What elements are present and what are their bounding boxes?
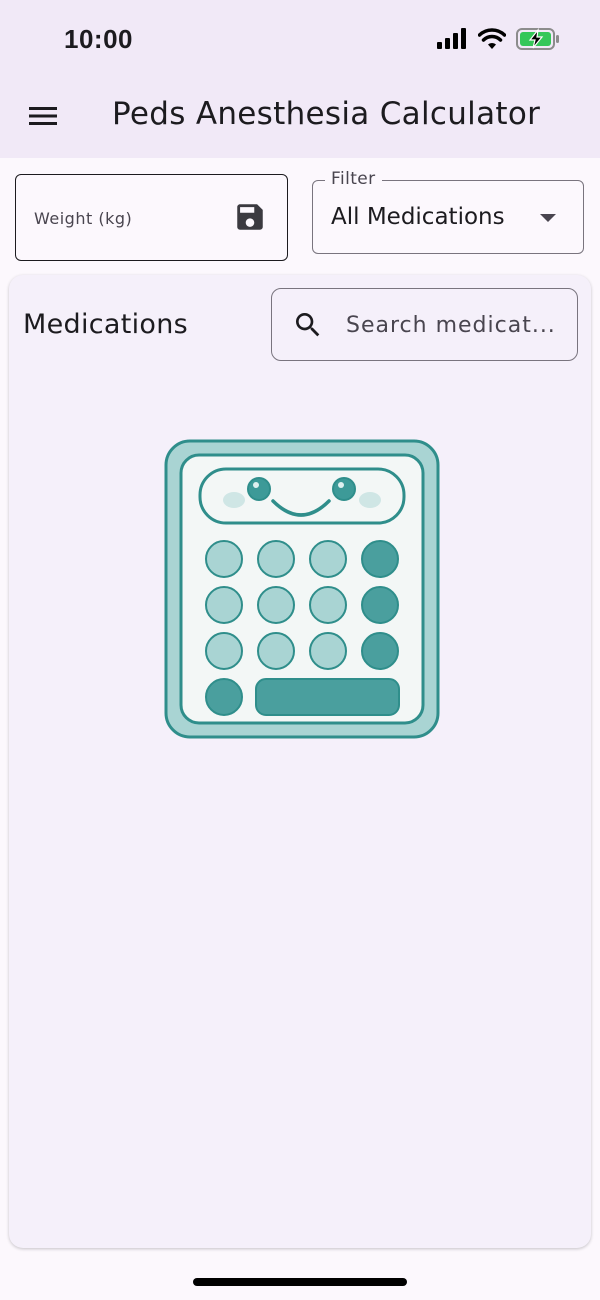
filter-selected-value: All Medications xyxy=(331,204,505,230)
wifi-icon xyxy=(478,28,506,49)
arrow-drop-down-icon xyxy=(540,214,556,222)
weight-input[interactable]: Weight (kg) xyxy=(15,174,288,261)
home-indicator[interactable] xyxy=(193,1278,407,1286)
cellular-signal-icon xyxy=(437,28,466,49)
search-icon xyxy=(296,313,320,337)
calculator-mascot-illustration xyxy=(164,439,440,739)
battery-charging-icon xyxy=(516,28,559,50)
status-icons xyxy=(436,28,560,50)
weight-input-placeholder: Weight (kg) xyxy=(34,209,133,228)
medication-search-input[interactable]: Search medicat... xyxy=(271,288,578,361)
filter-dropdown[interactable]: Filter All Medications xyxy=(312,169,584,254)
medications-title: Medications xyxy=(23,309,189,340)
save-icon[interactable] xyxy=(233,200,267,234)
filter-label: Filter xyxy=(325,169,382,189)
search-placeholder: Search medicat... xyxy=(346,313,556,338)
status-time: 10:00 xyxy=(64,24,133,54)
medications-card: Medications Search medicat... xyxy=(9,275,591,1248)
menu-icon[interactable] xyxy=(26,100,62,132)
app-title: Peds Anesthesia Calculator xyxy=(112,96,541,132)
